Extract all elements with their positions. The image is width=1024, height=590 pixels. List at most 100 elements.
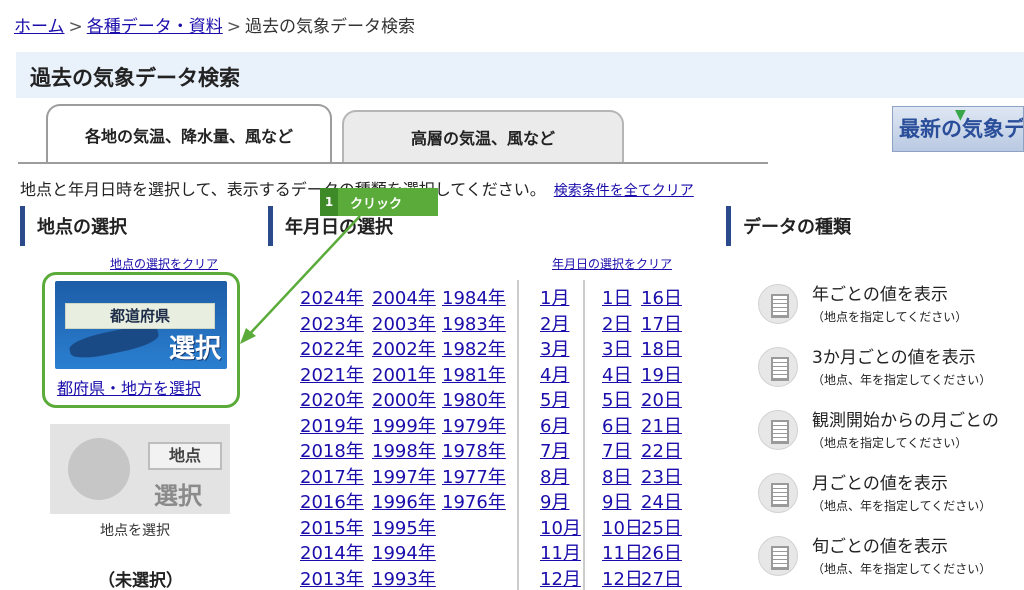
year-link[interactable]: 1996年 [372,490,436,516]
breadcrumb-data-link[interactable]: 各種データ・資料 [87,17,223,37]
month-link[interactable]: 2月 [540,312,581,338]
year-link[interactable]: 2021年 [300,363,364,389]
year-link[interactable]: 2014年 [300,541,364,567]
month-link[interactable]: 7月 [540,439,581,465]
month-link[interactable]: 9月 [540,490,581,516]
point-select-image[interactable]: 地点 選択 [50,424,230,514]
day-link[interactable]: 24日 [641,490,682,516]
month-link[interactable]: 3月 [540,337,581,363]
day-link[interactable]: 12日 [602,567,643,590]
year-link[interactable]: 2018年 [300,439,364,465]
year-link[interactable]: 2004年 [372,286,436,312]
year-link[interactable]: 1978年 [442,439,506,465]
day-link[interactable]: 4日 [602,363,643,389]
title-bar: 過去の気象データ検索 [16,52,1024,98]
day-link[interactable]: 10日 [602,516,643,542]
clear-all-conditions-link[interactable]: 検索条件を全てクリア [554,183,694,199]
year-link[interactable]: 2022年 [300,337,364,363]
year-link[interactable]: 1984年 [442,286,506,312]
day-link[interactable]: 7日 [602,439,643,465]
year-link[interactable]: 1999年 [372,414,436,440]
year-link[interactable]: 2000年 [372,388,436,414]
day-link[interactable]: 23日 [641,465,682,491]
day-link[interactable]: 25日 [641,516,682,542]
year-link[interactable]: 1994年 [372,541,436,567]
year-link[interactable]: 2023年 [300,312,364,338]
year-link[interactable]: 1998年 [372,439,436,465]
month-link[interactable]: 8月 [540,465,581,491]
data-type-item[interactable]: 年ごとの値を表示 （地点を指定してください） [758,280,1024,336]
year-link[interactable]: 2003年 [372,312,436,338]
prefecture-map-image[interactable]: 都道府県 選択 [55,281,227,369]
day-link[interactable]: 20日 [641,388,682,414]
data-type-title: 月ごとの値を表示 [812,474,948,494]
breadcrumb-home-link[interactable]: ホーム [14,17,65,37]
year-link[interactable]: 1982年 [442,337,506,363]
year-link[interactable]: 1983年 [442,312,506,338]
month-link[interactable]: 6月 [540,414,581,440]
year-link[interactable]: 2017年 [300,465,364,491]
year-link[interactable]: 1980年 [442,388,506,414]
day-link[interactable]: 1日 [602,286,643,312]
year-link[interactable]: 1997年 [372,465,436,491]
data-type-item[interactable]: 3か月ごとの値を表示 （地点、年を指定してください） [758,343,1024,399]
data-type-item[interactable]: 旬ごとの値を表示 （地点、年を指定してください） [758,532,1024,588]
year-link[interactable]: 2020年 [300,388,364,414]
data-type-note: （地点、年を指定してください） [812,562,992,576]
clear-date-link[interactable]: 年月日の選択をクリア [552,255,672,272]
year-link[interactable]: 2013年 [300,567,364,590]
year-link[interactable]: 2001年 [372,363,436,389]
month-link[interactable]: 12月 [540,567,581,590]
month-link[interactable]: 5月 [540,388,581,414]
day-link[interactable]: 5日 [602,388,643,414]
day-link[interactable]: 17日 [641,312,682,338]
point-select-caption: 地点を選択 [100,523,170,539]
year-link[interactable]: 2016年 [300,490,364,516]
point-image-select-word: 選択 [154,482,202,510]
click-annotation-badge: 1 クリック [320,188,438,216]
year-link[interactable]: 1995年 [372,516,436,542]
day-link[interactable]: 6日 [602,414,643,440]
clear-location-link[interactable]: 地点の選択をクリア [110,255,218,272]
month-link[interactable]: 1月 [540,286,581,312]
day-link[interactable]: 19日 [641,363,682,389]
tab-surface-data[interactable]: 各地の気温、降水量、風など [46,104,332,164]
year-link[interactable]: 1981年 [442,363,506,389]
prefecture-select-box[interactable]: 都道府県 選択 都府県・地方を選択 [42,272,240,408]
day-link[interactable]: 9日 [602,490,643,516]
year-link[interactable]: 2002年 [372,337,436,363]
day-link[interactable]: 27日 [641,567,682,590]
tab-upper-air-data[interactable]: 高層の気温、風など [342,110,624,162]
data-type-item[interactable]: 観測開始からの月ごとの （地点を指定してください） [758,406,1024,462]
year-link[interactable]: 1977年 [442,465,506,491]
latest-weather-banner[interactable]: 最新の気象デ ▼ [892,106,1024,152]
table-icon [758,473,798,513]
day-column-2: 16日 17日 18日 19日 20日 21日 22日 23日 24日 25日 26日 27日 [641,286,682,590]
day-link[interactable]: 16日 [641,286,682,312]
breadcrumb: ホーム > 各種データ・資料 > 過去の気象データ検索 [14,12,415,37]
year-column-2: 2004年 2003年 2002年 2001年 2000年 1999年 1998年 1997年… [372,286,436,590]
year-link[interactable]: 2024年 [300,286,364,312]
day-link[interactable]: 26日 [641,541,682,567]
prefecture-select-link[interactable]: 都府県・地方を選択 [57,375,201,399]
day-link[interactable]: 3日 [602,337,643,363]
day-link[interactable]: 2日 [602,312,643,338]
year-link[interactable]: 1976年 [442,490,506,516]
map-pin-icon [68,438,130,500]
data-type-item[interactable]: 月ごとの値を表示 （地点、年を指定してください） [758,469,1024,525]
year-link[interactable]: 2015年 [300,516,364,542]
day-link[interactable]: 18日 [641,337,682,363]
day-link[interactable]: 11日 [602,541,643,567]
year-link[interactable]: 1979年 [442,414,506,440]
year-link[interactable]: 1993年 [372,567,436,590]
month-link[interactable]: 10月 [540,516,581,542]
month-link[interactable]: 4月 [540,363,581,389]
annotation-number: 1 [320,188,338,216]
day-link[interactable]: 8日 [602,465,643,491]
year-link[interactable]: 2019年 [300,414,364,440]
day-link[interactable]: 22日 [641,439,682,465]
data-type-note: （地点を指定してください） [812,310,968,324]
section-data-type-heading: データの種類 [726,206,1024,246]
month-link[interactable]: 11月 [540,541,581,567]
day-link[interactable]: 21日 [641,414,682,440]
